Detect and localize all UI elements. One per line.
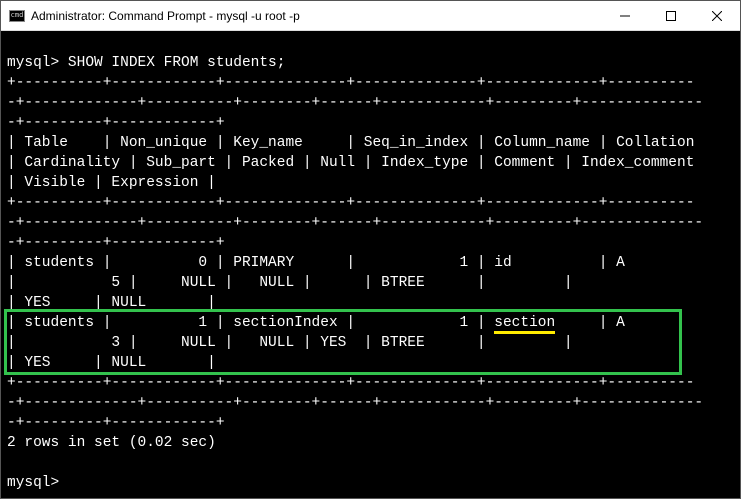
cursor bbox=[59, 476, 60, 491]
prompt: mysql> bbox=[7, 55, 59, 71]
window-controls bbox=[602, 1, 740, 30]
divider: +----------+------------+--------------+… bbox=[7, 195, 694, 211]
sql-command: SHOW INDEX FROM students; bbox=[68, 55, 286, 71]
result-footer: 2 rows in set (0.02 sec) bbox=[7, 435, 216, 451]
divider: -+---------+------------+ bbox=[7, 415, 225, 431]
minimize-icon bbox=[620, 11, 630, 21]
minimize-button[interactable] bbox=[602, 1, 648, 30]
divider: -+-------------+----------+--------+----… bbox=[7, 95, 703, 111]
highlighted-column: section bbox=[494, 315, 555, 334]
titlebar[interactable]: cmd Administrator: Command Prompt - mysq… bbox=[1, 1, 740, 31]
cmd-icon: cmd bbox=[9, 10, 25, 22]
terminal-output[interactable]: mysql> SHOW INDEX FROM students; +------… bbox=[1, 31, 740, 498]
header-line2: | Cardinality | Sub_part | Packed | Null… bbox=[7, 155, 694, 171]
divider: -+-------------+----------+--------+----… bbox=[7, 215, 703, 231]
close-icon bbox=[712, 11, 722, 21]
maximize-button[interactable] bbox=[648, 1, 694, 30]
header-line3: | Visible | Expression | bbox=[7, 175, 216, 191]
divider: +----------+------------+--------------+… bbox=[7, 375, 694, 391]
divider: -+---------+------------+ bbox=[7, 115, 225, 131]
maximize-icon bbox=[666, 11, 676, 21]
divider: -+-------------+----------+--------+----… bbox=[7, 395, 703, 411]
command-prompt-window: cmd Administrator: Command Prompt - mysq… bbox=[0, 0, 741, 499]
cmd-icon-text: cmd bbox=[11, 12, 24, 19]
close-button[interactable] bbox=[694, 1, 740, 30]
row2-line1-pre: | students | 1 | sectionIndex | 1 | bbox=[7, 315, 494, 331]
row1-line3: | YES | NULL | bbox=[7, 295, 216, 311]
window-title: Administrator: Command Prompt - mysql -u… bbox=[31, 9, 602, 23]
header-line1: | Table | Non_unique | Key_name | Seq_in… bbox=[7, 135, 694, 151]
divider: -+---------+------------+ bbox=[7, 235, 225, 251]
divider: +----------+------------+--------------+… bbox=[7, 75, 694, 91]
row2-line1-post: | A bbox=[555, 315, 625, 331]
row1-line2: | 5 | NULL | NULL | | BTREE | | bbox=[7, 275, 573, 291]
row2-line2: | 3 | NULL | NULL | YES | BTREE | | bbox=[7, 335, 573, 351]
row1-line1: | students | 0 | PRIMARY | 1 | id | A bbox=[7, 255, 625, 271]
prompt: mysql> bbox=[7, 475, 59, 491]
row2-line3: | YES | NULL | bbox=[7, 355, 216, 371]
